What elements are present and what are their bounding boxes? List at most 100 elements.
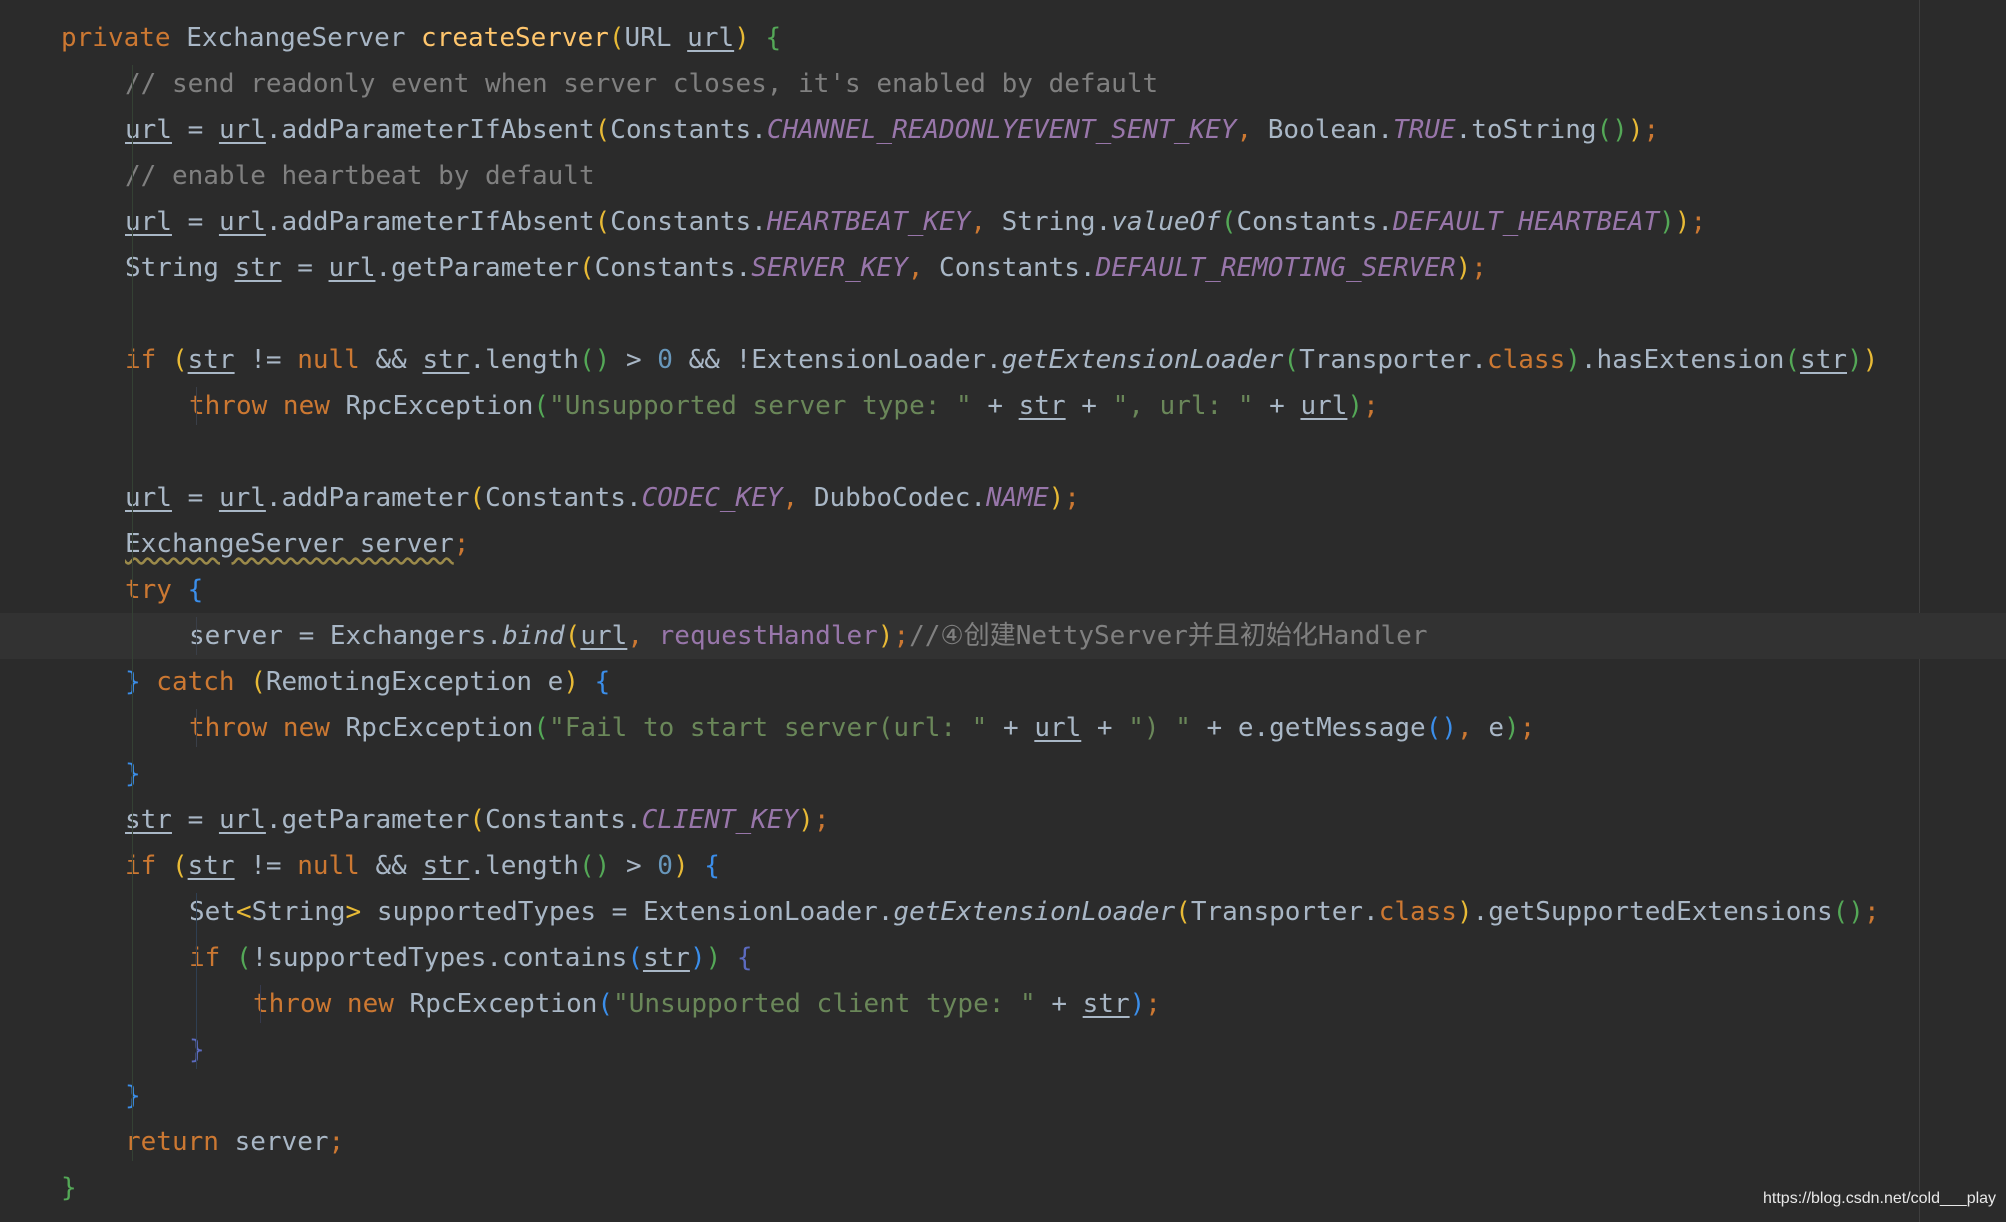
code-line[interactable]: ExchangeServer server; [0,521,2006,567]
code-line[interactable]: return server; [0,1119,2006,1165]
code-line[interactable]: str = url.getParameter(Constants.CLIENT_… [0,797,2006,843]
code-token: ) [1565,345,1581,375]
code-token: ( [594,207,611,237]
indent-guide [196,617,197,655]
code-token: () [1425,713,1457,743]
code-token: ( [1175,897,1191,927]
code-line[interactable]: if (!supportedTypes.contains(str)) { [0,935,2006,981]
code-token: RemotingException e [265,667,564,697]
code-token: ) [1129,989,1146,1019]
code-token: String [251,897,346,927]
code-token: , [627,621,659,651]
code-token: () [1596,115,1628,145]
code-editor[interactable]: private ExchangeServer createServer(URL … [0,15,2006,1211]
code-line[interactable] [0,429,2006,475]
code-token: try [125,575,188,605]
code-token: HEARTBEAT_KEY [766,207,971,237]
code-token: ) [1456,897,1473,927]
code-token: url [328,253,376,283]
code-line[interactable]: private ExchangeServer createServer(URL … [0,15,2006,61]
code-token: requestHandler [658,621,878,651]
code-token: ( [1220,207,1237,237]
code-token: ) [689,943,706,973]
code-token: ( [533,713,550,743]
code-token: { [765,23,782,53]
code-line[interactable]: } [0,1027,2006,1073]
code-token: Constants. [594,253,752,283]
code-token: "Unsupported client type: " [613,989,1036,1019]
code-token: ; [813,805,830,835]
code-line[interactable]: throw new RpcException("Unsupported serv… [0,383,2006,429]
code-token: ( [469,805,486,835]
code-token: ; [1471,253,1487,283]
code-line[interactable]: } [0,751,2006,797]
code-token: > [610,345,658,375]
code-token: > [345,897,362,927]
code-token: str [422,345,470,375]
code-token: catch [140,667,251,697]
code-token: > [610,851,658,881]
code-token: () [1832,897,1864,927]
code-token: ( [597,989,614,1019]
code-line[interactable] [0,291,2006,337]
code-token: class [1486,345,1566,375]
code-token: e [1488,713,1504,743]
code-token: url [687,23,735,53]
indent-guide [260,985,261,1023]
code-token: ( [1784,345,1801,375]
code-line[interactable]: try { [0,567,2006,613]
code-token: .addParameterIfAbsent [265,115,595,145]
code-token: , [1457,713,1489,743]
code-line[interactable]: } [0,1165,2006,1211]
code-token: str [1018,391,1066,421]
code-token: str [1800,345,1848,375]
code-token: ( [250,667,266,697]
code-token: str [422,851,470,881]
code-token: 0 [657,851,673,881]
code-token: ) [1455,253,1472,283]
code-token: , [782,483,814,513]
code-token: ( [564,621,581,651]
code-token: bind [502,621,565,651]
code-token: , [907,253,940,283]
code-line[interactable]: } catch (RemotingException e) { [0,659,2006,705]
code-line[interactable]: throw new RpcException("Unsupported clie… [0,981,2006,1027]
code-line[interactable]: throw new RpcException("Fail to start se… [0,705,2006,751]
code-token: Transporter. [1299,345,1487,375]
code-line[interactable]: url = url.addParameterIfAbsent(Constants… [0,107,2006,153]
code-token: url [1300,391,1348,421]
code-line[interactable]: if (str != null && str.length() > 0) { [0,843,2006,889]
code-token: ( [608,23,625,53]
code-line[interactable]: } [0,1073,2006,1119]
code-token: ; [453,529,470,559]
code-token: { [187,575,204,605]
code-token: .toString [1455,115,1597,145]
code-line[interactable]: Set<String> supportedTypes = ExtensionLo… [0,889,2006,935]
code-token: // enable heartbeat by default [125,161,595,191]
code-token: ; [1363,391,1379,421]
code-line[interactable]: // send readonly event when server close… [0,61,2006,107]
code-line[interactable]: // enable heartbeat by default [0,153,2006,199]
code-line-current[interactable]: server = Exchangers.bind(url, requestHan… [0,613,2006,659]
code-token: String [125,253,235,283]
code-token: && !ExtensionLoader. [672,345,1002,375]
code-token: ) [1659,207,1675,237]
code-line[interactable]: String str = url.getParameter(Constants.… [0,245,2006,291]
code-line[interactable]: if (str != null && str.length() > 0 && !… [0,337,2006,383]
code-token: != [234,345,298,375]
code-token: throw new [253,989,410,1019]
code-token: + [1035,989,1083,1019]
code-token: = [171,115,219,145]
code-token: ) [877,621,894,651]
code-token: URL [624,23,688,53]
code-token: server = Exchangers. [189,621,503,651]
code-token: CODEC_KEY [641,483,783,513]
code-token: ( [578,253,595,283]
code-line[interactable]: url = url.addParameter(Constants.CODEC_K… [0,475,2006,521]
code-token: ) [1503,713,1520,743]
code-token: DubboCodec. [813,483,986,513]
code-token: ExchangeServer server [125,529,454,559]
code-line[interactable]: url = url.addParameterIfAbsent(Constants… [0,199,2006,245]
